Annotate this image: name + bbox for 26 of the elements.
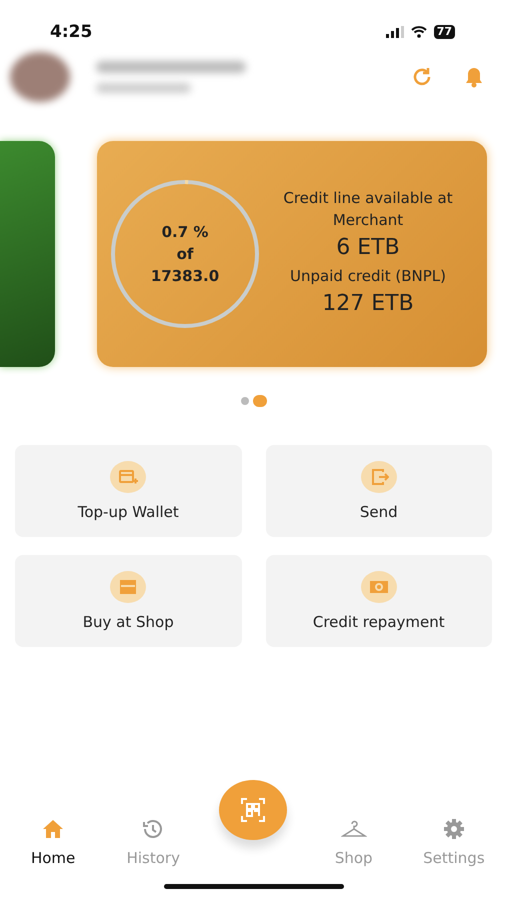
battery-level: 77 xyxy=(434,25,455,39)
refresh-icon[interactable] xyxy=(411,66,433,88)
credit-value: 6 ETB xyxy=(336,237,400,259)
action-button[interactable]: Buy at Shop xyxy=(15,555,242,647)
wallet-card[interactable] xyxy=(0,141,55,367)
unpaid-label: Unpaid credit (BNPL) xyxy=(290,266,446,287)
page-dot[interactable] xyxy=(240,397,248,405)
repay-icon xyxy=(368,578,389,596)
gauge-total: 17383.0 xyxy=(150,266,220,287)
action-button[interactable]: Credit repayment xyxy=(266,555,492,647)
bell-icon[interactable] xyxy=(463,66,485,88)
avatar[interactable] xyxy=(10,52,70,102)
qr-scan-icon xyxy=(240,797,266,823)
shop-icon xyxy=(118,578,138,596)
wifi-icon xyxy=(410,26,427,38)
action-button[interactable]: Top-up Wallet xyxy=(15,445,242,537)
gauge-of: of xyxy=(176,244,194,265)
credit-card[interactable]: 0.7 % of 17383.0 Credit line available at Merchant 6 ETB Unpaid credit (BNPL) 127 ETB xyxy=(97,141,487,367)
credit-label: Credit line available at Merchant xyxy=(282,188,454,231)
unpaid-value: 127 ETB xyxy=(322,293,414,315)
signal-icon xyxy=(386,26,404,38)
action-button[interactable]: Send xyxy=(266,445,492,537)
nav-tab[interactable]: Home xyxy=(3,780,104,870)
topup-icon xyxy=(118,468,138,486)
gauge-percent: 0.7 % xyxy=(162,222,208,243)
clock-time: 4:25 xyxy=(50,22,92,42)
